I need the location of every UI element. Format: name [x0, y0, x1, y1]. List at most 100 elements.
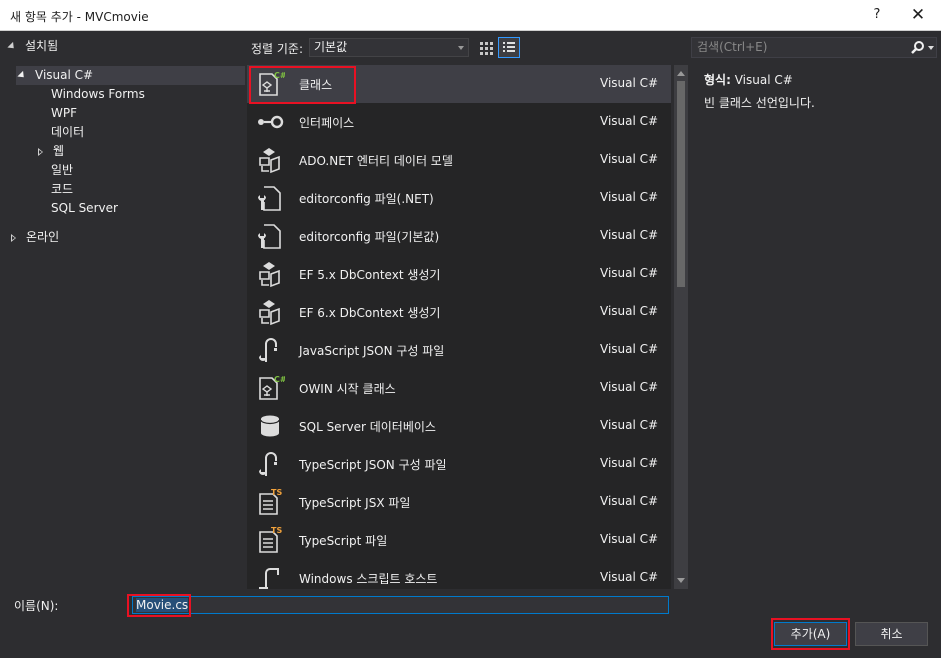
list-scrollbar[interactable]: [674, 65, 688, 589]
editorconfig-icon: [258, 186, 281, 211]
csharp-class-icon: C#: [259, 375, 285, 400]
tree-label-web: 웹: [53, 144, 65, 158]
template-language: Visual C#: [600, 494, 659, 508]
search-icon[interactable]: [910, 40, 926, 56]
template-language: Visual C#: [600, 76, 659, 90]
type-label: 형식:: [704, 73, 731, 87]
svg-text:TS: TS: [271, 526, 282, 535]
list-item[interactable]: TS TypeScript JSX 파일 Visual C#: [247, 483, 671, 521]
list-view-icon: [503, 42, 515, 52]
template-name: JavaScript JSON 구성 파일: [299, 344, 445, 358]
json-config-icon: [259, 452, 277, 476]
category-tree: 설치됨 Visual C# Windows Forms WPF 데이터 웹 일반…: [0, 33, 245, 588]
cancel-button[interactable]: 취소: [855, 622, 928, 646]
template-name: TypeScript JSX 파일: [299, 496, 411, 510]
template-name: 인터페이스: [299, 116, 355, 130]
list-item[interactable]: SQL Server 데이터베이스 Visual C#: [247, 407, 671, 445]
list-item[interactable]: ADO.NET 엔터티 데이터 모델 Visual C#: [247, 141, 671, 179]
list-item[interactable]: TS TypeScript 파일 Visual C#: [247, 521, 671, 559]
tree-node-code[interactable]: 코드: [51, 180, 73, 199]
editorconfig-icon: [258, 224, 281, 249]
template-language: Visual C#: [600, 152, 659, 166]
entity-model-icon: [259, 262, 280, 288]
template-language: Visual C#: [600, 304, 659, 318]
template-language: Visual C#: [600, 342, 659, 356]
title-bar: 새 항목 추가 - MVCmovie ? ✕: [0, 0, 941, 31]
typescript-file-icon: TS: [259, 526, 282, 553]
close-button[interactable]: ✕: [903, 4, 933, 26]
name-value: Movie.cs: [136, 598, 189, 612]
search-placeholder: 검색(Ctrl+E): [697, 40, 768, 54]
sort-dropdown[interactable]: 기본값: [309, 38, 469, 57]
type-line: 형식: Visual C#: [704, 71, 793, 88]
scroll-up-arrow-icon[interactable]: [677, 71, 685, 76]
list-item[interactable]: Windows 스크립트 호스트 Visual C#: [247, 559, 671, 589]
search-input[interactable]: 검색(Ctrl+E): [691, 37, 937, 58]
tree-node-visual-csharp[interactable]: Visual C#: [16, 66, 245, 85]
scrollbar-thumb[interactable]: [677, 81, 685, 287]
tree-label-installed: 설치됨: [25, 39, 59, 53]
template-name: EF 6.x DbContext 생성기: [299, 306, 441, 320]
tree-node-wpf[interactable]: WPF: [51, 104, 77, 123]
grid-view-button[interactable]: [475, 37, 497, 58]
collapsed-arrow-icon[interactable]: [38, 147, 43, 156]
help-button[interactable]: ?: [862, 4, 892, 26]
template-name: 클래스: [299, 78, 333, 92]
template-language: Visual C#: [600, 456, 659, 470]
template-name: SQL Server 데이터베이스: [299, 420, 436, 434]
dropdown-arrow-icon: [458, 46, 464, 50]
csharp-class-icon: C#: [259, 71, 285, 96]
tree-label-online: 온라인: [26, 230, 60, 244]
list-item[interactable]: JavaScript JSON 구성 파일 Visual C#: [247, 331, 671, 369]
template-name: TypeScript 파일: [299, 534, 388, 548]
search-options-arrow-icon[interactable]: [928, 46, 934, 50]
list-item[interactable]: C# 클래스 Visual C#: [247, 65, 671, 103]
expanded-arrow-icon[interactable]: [7, 41, 17, 52]
script-host-icon: [259, 568, 279, 589]
template-language: Visual C#: [600, 114, 659, 128]
template-language: Visual C#: [600, 190, 659, 204]
list-item[interactable]: editorconfig 파일(.NET) Visual C#: [247, 179, 671, 217]
list-item[interactable]: 인터페이스 Visual C#: [247, 103, 671, 141]
list-item[interactable]: EF 5.x DbContext 생성기 Visual C#: [247, 255, 671, 293]
type-value: Visual C#: [734, 73, 793, 87]
list-item[interactable]: editorconfig 파일(기본값) Visual C#: [247, 217, 671, 255]
list-item[interactable]: EF 6.x DbContext 생성기 Visual C#: [247, 293, 671, 331]
description-text: 빈 클래스 선언입니다.: [704, 96, 815, 110]
list-view-button[interactable]: [498, 37, 520, 58]
name-label: 이름(N):: [14, 599, 59, 613]
template-language: Visual C#: [600, 570, 659, 584]
template-name: Windows 스크립트 호스트: [299, 572, 438, 586]
entity-model-icon: [259, 300, 280, 326]
template-name: EF 5.x DbContext 생성기: [299, 268, 441, 282]
expanded-arrow-icon[interactable]: [17, 70, 27, 81]
database-icon: [260, 415, 280, 437]
tree-label-visual-csharp: Visual C#: [35, 68, 94, 82]
tree-node-installed[interactable]: 설치됨: [7, 37, 59, 56]
tree-node-data[interactable]: 데이터: [51, 123, 84, 142]
tree-node-online[interactable]: 온라인: [11, 228, 59, 247]
template-name: editorconfig 파일(기본값): [299, 230, 440, 244]
svg-text:TS: TS: [271, 488, 282, 497]
list-item[interactable]: TypeScript JSON 구성 파일 Visual C#: [247, 445, 671, 483]
template-language: Visual C#: [600, 380, 659, 394]
sort-value: 기본값: [314, 40, 348, 54]
tree-node-web[interactable]: 웹: [38, 142, 64, 161]
list-item[interactable]: C# OWIN 시작 클래스 Visual C#: [247, 369, 671, 407]
template-language: Visual C#: [600, 418, 659, 432]
grid-view-icon: [480, 42, 493, 55]
add-button[interactable]: 추가(A): [774, 622, 847, 646]
template-language: Visual C#: [600, 532, 659, 546]
tree-node-windows-forms[interactable]: Windows Forms: [51, 85, 145, 104]
template-name: ADO.NET 엔터티 데이터 모델: [299, 154, 453, 168]
window-title: 새 항목 추가 - MVCmovie: [10, 10, 149, 24]
collapsed-arrow-icon[interactable]: [11, 233, 16, 242]
tree-node-general[interactable]: 일반: [51, 161, 73, 180]
tree-node-sql-server[interactable]: SQL Server: [51, 199, 118, 218]
template-language: Visual C#: [600, 228, 659, 242]
name-field[interactable]: Movie.cs: [132, 596, 669, 614]
scroll-down-arrow-icon[interactable]: [677, 578, 685, 583]
sort-label: 정렬 기준:: [251, 42, 304, 56]
entity-model-icon: [259, 148, 280, 174]
interface-icon: [258, 115, 284, 129]
